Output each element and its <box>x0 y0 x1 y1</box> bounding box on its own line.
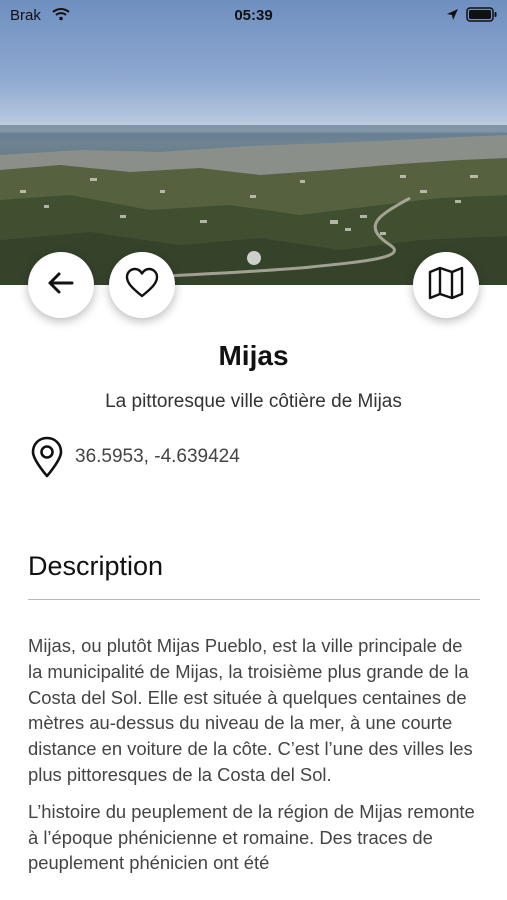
battery-icon <box>466 7 498 26</box>
place-title: Mijas <box>218 340 289 371</box>
coordinates-text: 36.5953, -4.639424 <box>75 446 240 467</box>
favorite-button[interactable] <box>109 252 175 318</box>
map-button[interactable] <box>413 252 479 318</box>
clock: 05:39 <box>234 7 273 24</box>
description-paragraph: Mijas, ou plutôt Mijas Pueblo, est la vi… <box>28 635 473 785</box>
location-arrow-icon <box>446 8 459 25</box>
map-icon <box>427 266 465 305</box>
location-pin-icon <box>30 436 64 483</box>
description-heading: Description <box>28 551 164 581</box>
description-body: Mijas, ou plutôt Mijas Pueblo, est la vi… <box>28 633 480 887</box>
heart-outline-icon <box>124 266 160 305</box>
arrow-left-icon <box>44 266 78 305</box>
hero-image[interactable] <box>0 0 507 285</box>
description-paragraph: L’histoire du peuplement de la région de… <box>28 800 475 874</box>
section-divider <box>28 599 480 600</box>
status-bar: Brak 05:39 <box>0 0 507 30</box>
place-tagline: La pittoresque ville côtière de Mijas <box>105 391 402 412</box>
back-button[interactable] <box>28 252 94 318</box>
landscape-illustration <box>0 125 507 285</box>
page-indicator[interactable] <box>247 251 261 265</box>
